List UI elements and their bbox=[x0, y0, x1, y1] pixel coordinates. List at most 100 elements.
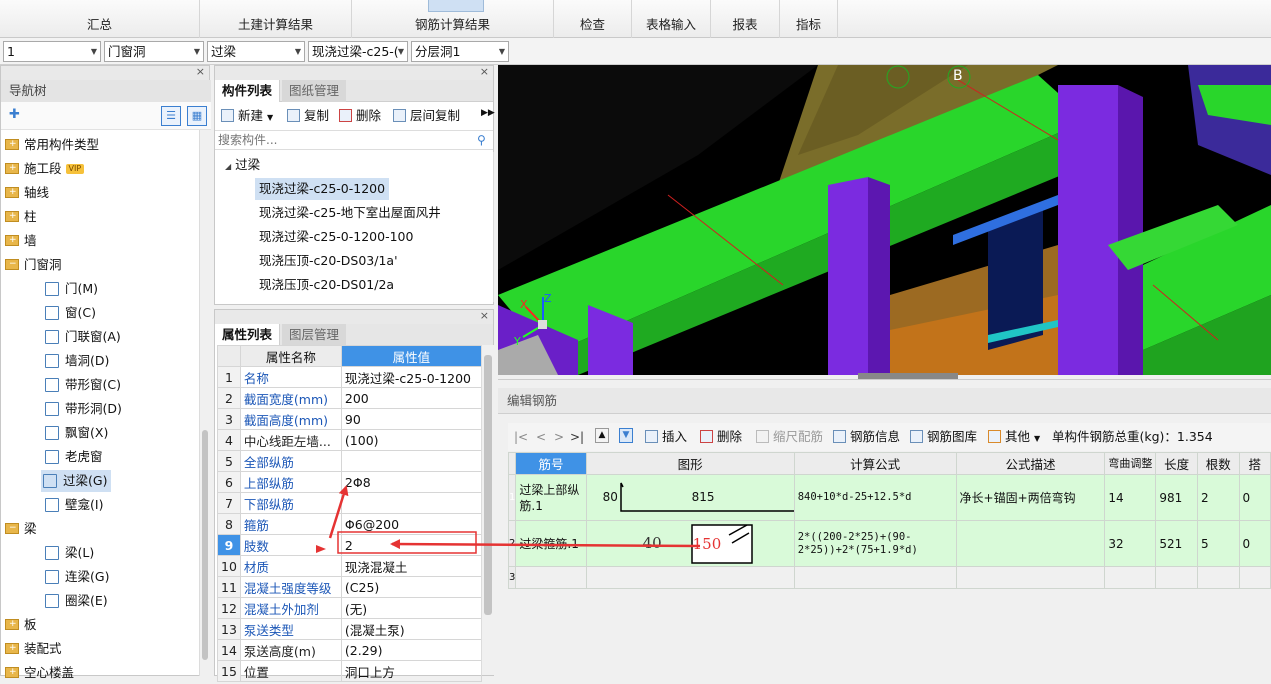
rebar-desc[interactable] bbox=[955, 566, 1106, 589]
rebar-bend[interactable] bbox=[1104, 566, 1157, 589]
search-icon[interactable]: ⚲ bbox=[477, 133, 486, 147]
property-value[interactable]: (无) bbox=[340, 597, 482, 619]
last-button[interactable]: >| bbox=[570, 430, 584, 444]
property-row[interactable]: 13 泵送类型 (混凝土泵) bbox=[217, 618, 482, 640]
property-row[interactable]: 10 材质 现浇混凝土 bbox=[217, 555, 482, 577]
nav-item[interactable]: 老虎窗 bbox=[45, 446, 103, 468]
rebar-lap[interactable]: 0 bbox=[1238, 520, 1271, 567]
component-item[interactable]: 现浇过梁-c25-地下室出屋面风井 bbox=[255, 202, 445, 224]
nav-scrollbar[interactable] bbox=[199, 130, 210, 676]
category-select[interactable]: 门窗洞 ▼ bbox=[104, 41, 204, 62]
tab-layer-manage[interactable]: 图层管理 bbox=[282, 324, 347, 346]
property-scrollbar[interactable] bbox=[481, 345, 494, 675]
rebar-length[interactable]: 521 bbox=[1155, 520, 1198, 567]
copy-button[interactable]: 复制 bbox=[287, 106, 329, 126]
component-select[interactable]: 现浇过梁-c25-(▼ bbox=[308, 41, 408, 62]
property-value[interactable]: 200 bbox=[340, 387, 482, 409]
nav-item[interactable]: + 板 bbox=[5, 614, 37, 636]
property-value[interactable]: 洞口上方 bbox=[340, 660, 482, 682]
tab-component-list[interactable]: 构件列表 bbox=[215, 80, 281, 102]
property-row[interactable]: 12 混凝土外加剂 (无) bbox=[217, 597, 482, 619]
component-item[interactable]: 现浇压顶-c20-DS03/1a' bbox=[255, 250, 402, 272]
insert-button[interactable]: 插入 bbox=[645, 427, 687, 447]
component-item[interactable]: 现浇压顶-c20-DS01/2a bbox=[255, 274, 398, 296]
rebar-row[interactable]: 2 过梁箍筋.1 40 150 2*((200-2*25)+(90-2*25))+2*(… bbox=[507, 520, 1271, 567]
ribbon-tab-report[interactable]: 报表 bbox=[711, 0, 780, 38]
rebar-shape[interactable]: 80 815 bbox=[585, 474, 795, 521]
rebar-bend[interactable]: 32 bbox=[1104, 520, 1157, 567]
tab-drawing-manage[interactable]: 图纸管理 bbox=[282, 80, 347, 102]
property-value[interactable]: Φ6@200 bbox=[340, 513, 482, 535]
floor-copy-button[interactable]: 层间复制 bbox=[393, 106, 460, 126]
type-select[interactable]: 过梁 ▼ bbox=[207, 41, 305, 62]
next-button[interactable]: > bbox=[554, 430, 564, 444]
first-button[interactable]: |< bbox=[514, 430, 528, 444]
rebar-lap[interactable]: 0 bbox=[1238, 474, 1271, 521]
rebar-length[interactable] bbox=[1155, 566, 1198, 589]
nav-item[interactable]: + 空心楼盖 bbox=[5, 662, 74, 684]
ribbon-tab-rebar-results[interactable]: 钢筋计算结果 bbox=[352, 0, 554, 38]
property-value[interactable] bbox=[340, 492, 482, 514]
rebar-bend[interactable]: 14 bbox=[1104, 474, 1157, 521]
rebar-name[interactable]: 过梁箍筋.1 bbox=[515, 520, 587, 567]
add-icon[interactable]: ✚ bbox=[9, 107, 20, 122]
property-value[interactable]: (2.29) bbox=[340, 639, 482, 661]
ribbon-tab-civil-results[interactable]: 土建计算结果 bbox=[200, 0, 352, 38]
grid-view-icon[interactable]: ▦ bbox=[187, 106, 207, 126]
rebar-count[interactable]: 2 bbox=[1196, 474, 1240, 521]
rebar-row[interactable]: 3 bbox=[507, 566, 1271, 589]
rebar-formula[interactable]: 840+10*d-25+12.5*d bbox=[793, 474, 957, 521]
move-down-icon[interactable]: ▼ bbox=[619, 428, 633, 443]
nav-item[interactable]: 圈梁(E) bbox=[45, 590, 108, 612]
property-row[interactable]: 5 全部纵筋 bbox=[217, 450, 482, 472]
nav-item[interactable]: 飘窗(X) bbox=[45, 422, 108, 444]
new-button[interactable]: 新建 ▼ bbox=[221, 106, 273, 126]
nav-item[interactable]: 窗(C) bbox=[45, 302, 96, 324]
property-row[interactable]: 6 上部纵筋 2Φ8 bbox=[217, 471, 482, 493]
ribbon-tab-table-input[interactable]: 表格输入 bbox=[632, 0, 711, 38]
property-row[interactable]: 14 泵送高度(m) (2.29) bbox=[217, 639, 482, 661]
component-search-input[interactable] bbox=[215, 130, 493, 150]
floor-select[interactable]: 1 ▼ bbox=[3, 41, 101, 62]
nav-item[interactable]: + 常用构件类型 bbox=[5, 134, 99, 156]
3d-viewport[interactable]: X Z Y B bbox=[498, 65, 1271, 375]
ribbon-tab-indicator[interactable]: 指标 bbox=[780, 0, 838, 38]
nav-item[interactable]: 带形洞(D) bbox=[45, 398, 122, 420]
more-icon[interactable]: ▶▶ bbox=[481, 108, 495, 118]
nav-item[interactable]: 墙洞(D) bbox=[45, 350, 109, 372]
rebar-length[interactable]: 981 bbox=[1155, 474, 1198, 521]
property-value[interactable] bbox=[340, 450, 482, 472]
other-button[interactable]: 其他 ▼ bbox=[988, 427, 1040, 447]
rebar-formula[interactable] bbox=[793, 566, 957, 589]
property-row[interactable]: 4 中心线距左墙... (100) bbox=[217, 429, 482, 451]
rebar-count[interactable] bbox=[1196, 566, 1240, 589]
nav-item[interactable]: 过梁(G) bbox=[41, 470, 112, 492]
prev-button[interactable]: < bbox=[536, 430, 546, 444]
nav-item[interactable]: 门联窗(A) bbox=[45, 326, 121, 348]
ribbon-tab-summary[interactable]: 汇总 bbox=[0, 0, 200, 38]
rebar-count[interactable]: 5 bbox=[1196, 520, 1240, 567]
list-view-icon[interactable]: ☰ bbox=[161, 106, 181, 126]
rebar-library-button[interactable]: 钢筋图库 bbox=[910, 427, 977, 447]
move-up-icon[interactable]: ▲ bbox=[595, 428, 609, 443]
component-group[interactable]: ◢ 过梁 bbox=[225, 154, 260, 176]
property-value[interactable]: 现浇过梁-c25-0-1200 bbox=[340, 366, 482, 388]
close-icon[interactable]: × bbox=[480, 309, 489, 322]
component-item[interactable]: 现浇过梁-c25-0-1200-100 bbox=[255, 226, 417, 248]
property-row[interactable]: 7 下部纵筋 bbox=[217, 492, 482, 514]
property-row[interactable]: 11 混凝土强度等级 (C25) bbox=[217, 576, 482, 598]
tab-property-list[interactable]: 属性列表 bbox=[215, 324, 281, 346]
nav-item[interactable]: + 装配式 bbox=[5, 638, 62, 660]
rebar-row[interactable]: 1 过梁上部纵筋.1 80 815 840+10*d-25+12.5*d 净长+锚固+两倍… bbox=[507, 474, 1271, 521]
rebar-desc[interactable] bbox=[955, 520, 1106, 567]
rebar-formula[interactable]: 2*((200-2*25)+(90-2*25))+2*(75+1.9*d) bbox=[793, 520, 957, 567]
rebar-name[interactable]: 过梁上部纵筋.1 bbox=[515, 474, 587, 521]
layer-select[interactable]: 分层洞1 ▼ bbox=[411, 41, 509, 62]
rebar-name[interactable] bbox=[515, 566, 587, 589]
3d-model[interactable]: X Z Y bbox=[498, 65, 1271, 375]
delete-button[interactable]: 删除 bbox=[339, 106, 381, 126]
rebar-desc[interactable]: 净长+锚固+两倍弯钩 bbox=[955, 474, 1106, 521]
property-value[interactable]: 2Φ8 bbox=[340, 471, 482, 493]
nav-item[interactable]: − 门窗洞 bbox=[5, 254, 62, 276]
ribbon-tab-check[interactable]: 检查 bbox=[554, 0, 632, 38]
